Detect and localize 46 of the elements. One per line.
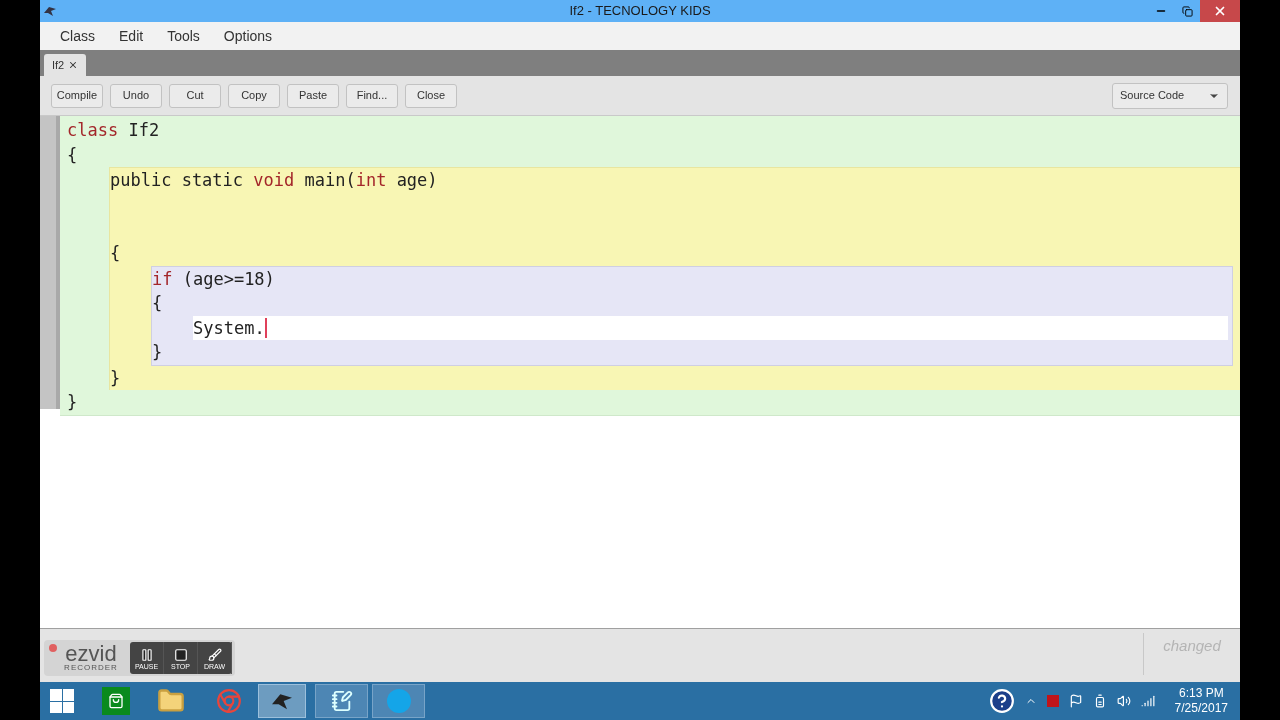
close-button[interactable] (1200, 0, 1240, 22)
toolbar-button[interactable]: Undo (110, 83, 162, 108)
toolbar-button[interactable]: Close (405, 83, 457, 108)
toolbar-button[interactable]: Cut (169, 83, 221, 108)
menu-item[interactable]: Options (223, 25, 273, 47)
menu-item[interactable]: Tools (167, 25, 200, 47)
start-icon[interactable] (50, 689, 74, 713)
flag-icon (1068, 694, 1083, 708)
window-title: If2 - TECNOLOGY KIDS (569, 2, 711, 21)
toolbar-button[interactable]: Find... (346, 83, 398, 108)
pause-icon (139, 647, 154, 662)
toolbar-button[interactable]: Compile (51, 83, 103, 108)
bird-app-icon[interactable] (258, 684, 306, 718)
brace: { (110, 242, 121, 265)
brace: } (110, 366, 121, 390)
code-line: public static void main(int age) (110, 169, 438, 192)
help-icon (988, 688, 1015, 714)
editor-tab[interactable]: If2 (44, 54, 87, 76)
close-icon[interactable] (68, 60, 79, 70)
restore-icon (1181, 5, 1193, 17)
signal-icon (1140, 694, 1155, 708)
brush-icon (207, 647, 222, 662)
bird-icon (43, 5, 57, 17)
menu-item[interactable]: Class (60, 25, 95, 47)
code-line: if (age>=18) (152, 267, 275, 291)
folder-icon[interactable] (157, 687, 185, 715)
volume-icon (1116, 694, 1131, 708)
recorder-subtitle: RECORDER (64, 664, 118, 672)
close-icon (1213, 4, 1227, 18)
brace: { (152, 292, 163, 315)
toolbar-button[interactable]: Paste (287, 83, 339, 108)
recorder-logo: ezvid (65, 644, 117, 664)
brace: { (67, 143, 78, 167)
text-cursor (264, 317, 267, 338)
brace: } (67, 391, 78, 414)
store-icon[interactable] (102, 687, 130, 715)
view-select[interactable]: Source Code (1112, 82, 1228, 109)
menu-item[interactable]: Edit (119, 25, 144, 47)
brace: } (152, 341, 163, 364)
stop-icon (173, 647, 188, 662)
clock-time: 6:13 PM (1178, 686, 1224, 701)
code-line: class If2 (67, 119, 160, 142)
toolbar-button[interactable]: Copy (228, 83, 280, 108)
notepad-icon[interactable] (315, 684, 368, 718)
app-tray-icon (1046, 695, 1059, 707)
clock-date: 7/25/2017 (1174, 701, 1228, 716)
